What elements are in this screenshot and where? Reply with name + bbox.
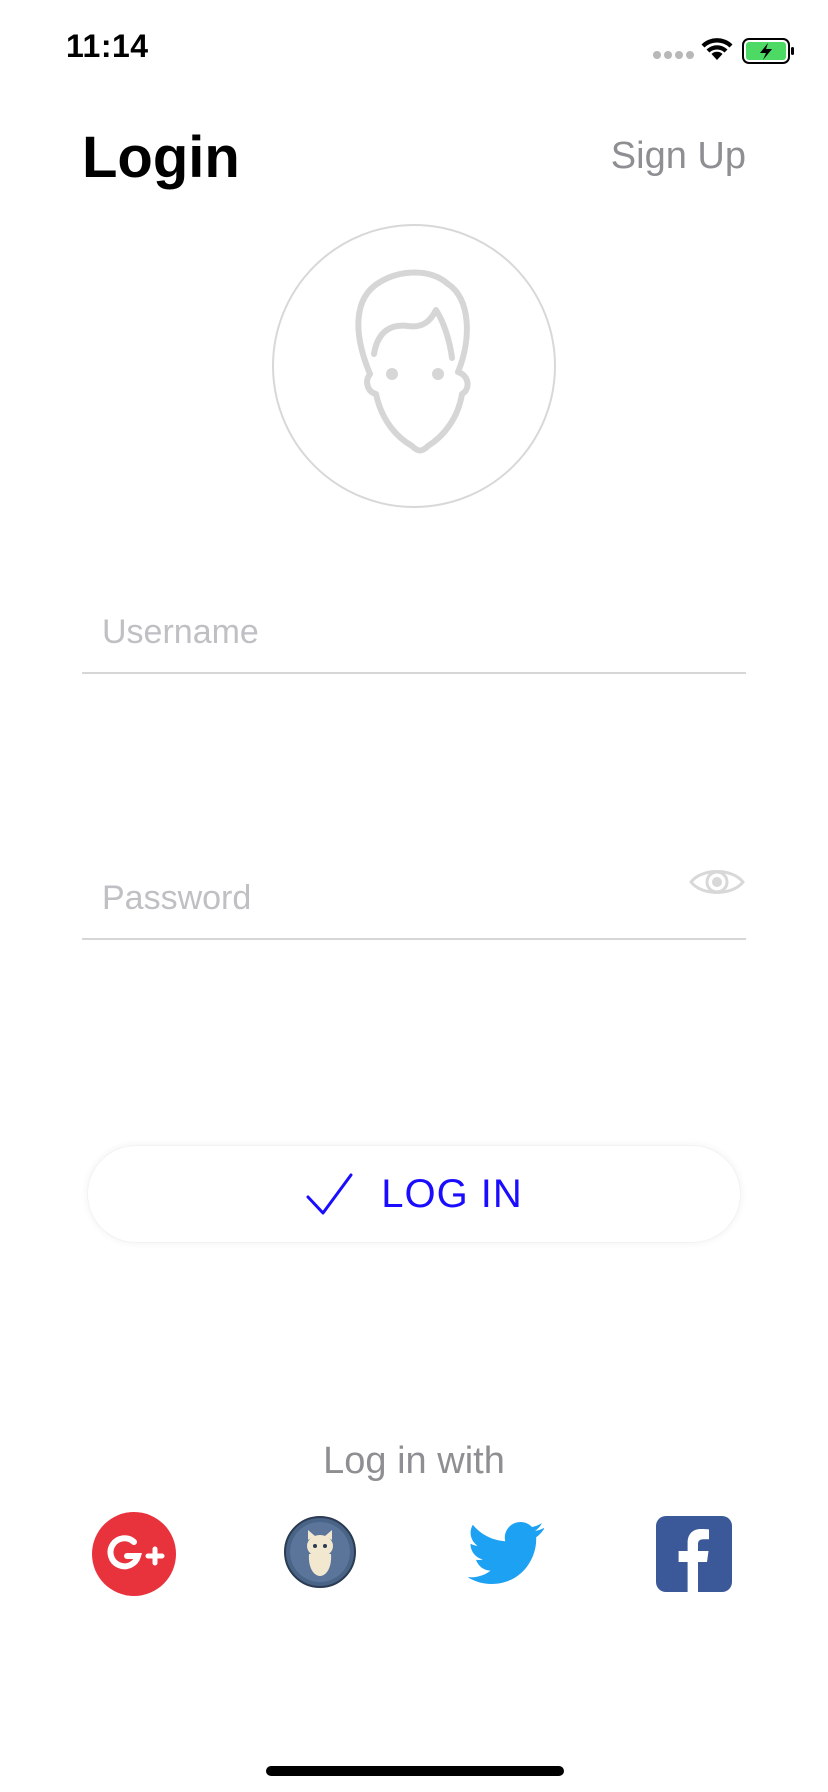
facebook-icon[interactable]: [656, 1516, 732, 1592]
status-time: 11:14: [66, 28, 149, 64]
password-field: [82, 848, 746, 940]
login-button[interactable]: LOG IN: [88, 1146, 740, 1242]
avatar: [272, 224, 556, 508]
page-title: Login: [82, 125, 240, 190]
sign-up-link[interactable]: Sign Up: [611, 135, 746, 178]
google-plus-icon[interactable]: [92, 1512, 176, 1596]
wifi-icon: [701, 38, 733, 60]
github-icon[interactable]: [284, 1516, 356, 1588]
home-indicator[interactable]: [266, 1766, 564, 1776]
social-login-title: Log in with: [323, 1440, 505, 1482]
battery-charging-icon: [742, 38, 794, 64]
checkmark-icon: [306, 1173, 353, 1215]
username-field: [82, 582, 746, 674]
user-face-icon: [355, 269, 471, 454]
password-input[interactable]: [102, 876, 662, 920]
show-password-eye-icon[interactable]: [688, 862, 746, 902]
twitter-icon[interactable]: [468, 1520, 546, 1586]
cellular-signal-icon: [653, 50, 697, 60]
username-input[interactable]: [102, 610, 662, 654]
login-button-label: LOG IN: [381, 1171, 523, 1216]
